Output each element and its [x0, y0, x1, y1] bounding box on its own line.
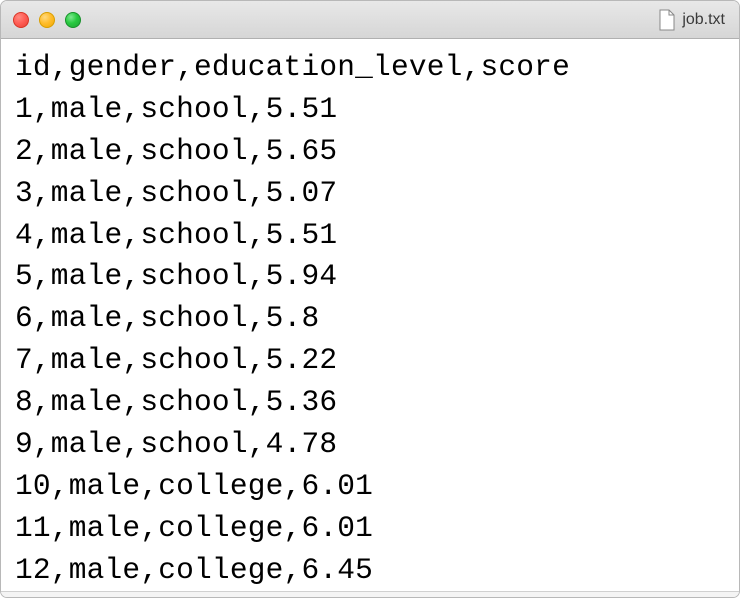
window-title: job.txt [682, 11, 725, 29]
document-icon [658, 9, 676, 31]
close-button[interactable] [13, 12, 29, 28]
window-title-section: job.txt [658, 9, 725, 31]
text-content-area[interactable]: id,gender,education_level,score 1,male,s… [1, 39, 739, 591]
window-bottom-border [1, 591, 739, 597]
window-controls [13, 12, 81, 28]
minimize-button[interactable] [39, 12, 55, 28]
window-titlebar[interactable]: job.txt [1, 1, 739, 39]
maximize-button[interactable] [65, 12, 81, 28]
text-editor-window: job.txt id,gender,education_level,score … [0, 0, 740, 598]
